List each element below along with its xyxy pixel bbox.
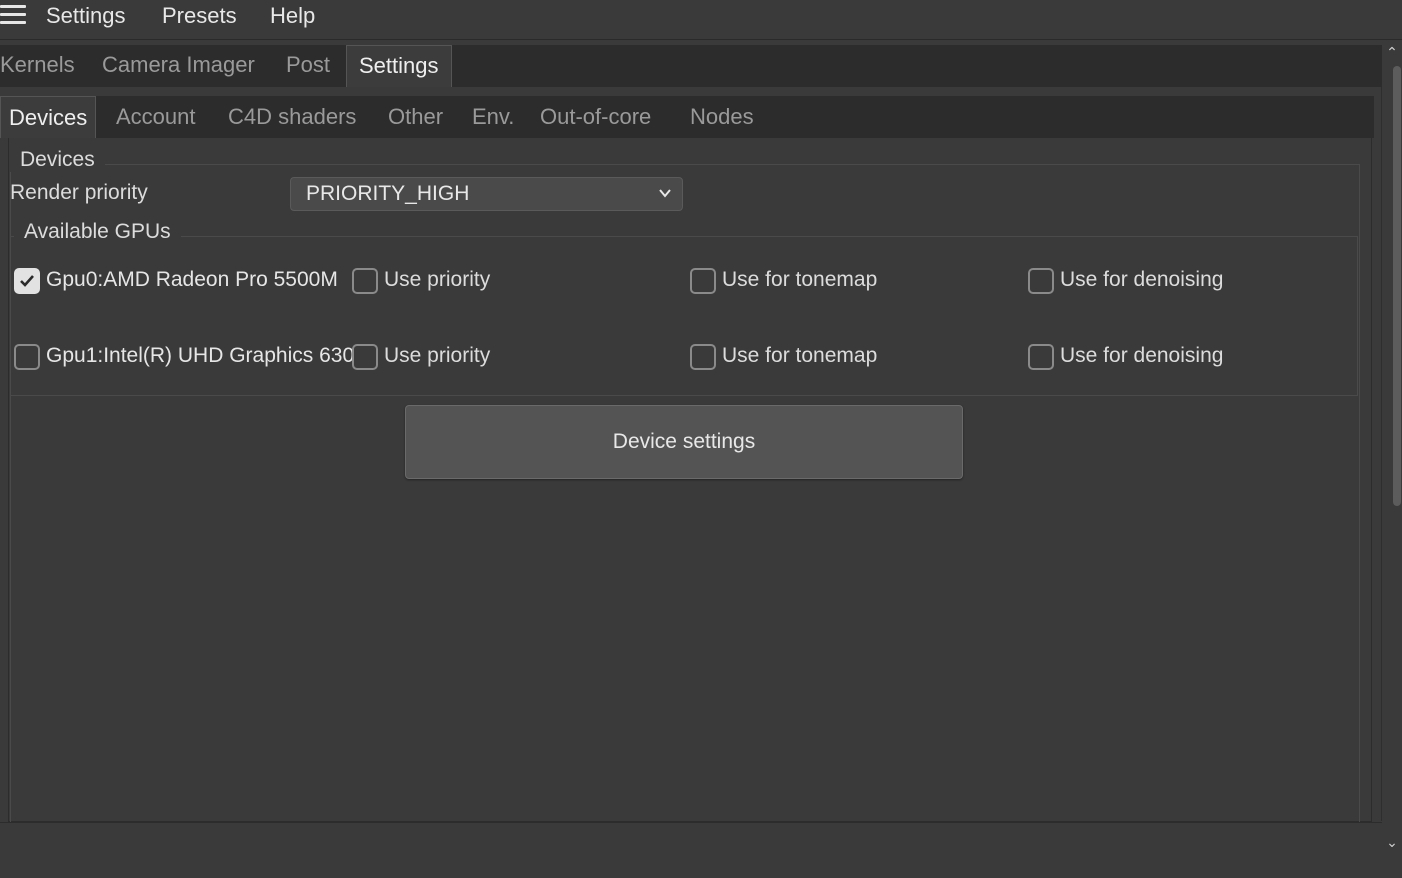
gpu1-use-priority-label: Use priority [384,344,491,367]
gpu1-use-tonemap-checkbox[interactable] [690,344,716,370]
tab-post[interactable]: Post [274,45,342,87]
tab-camera-imager[interactable]: Camera Imager [90,45,267,87]
tab-out-of-core[interactable]: Out-of-core [532,96,659,138]
menu-help[interactable]: Help [270,3,315,29]
tab-kernels[interactable]: Kernels [0,45,87,87]
main-tab-bar: Kernels Camera Imager Post Settings [0,45,1382,87]
tab-env[interactable]: Env. [464,96,522,138]
tab-other[interactable]: Other [380,96,451,138]
bottom-status-area [0,822,1382,878]
checkmark-icon [20,275,34,287]
gpu1-use-priority-checkbox[interactable] [352,344,378,370]
scrollbar-thumb[interactable] [1393,66,1401,506]
menu-presets[interactable]: Presets [162,3,237,29]
hamburger-menu-icon[interactable] [0,5,26,27]
gpu0-use-tonemap-label: Use for tonemap [722,268,878,291]
tab-c4d-shaders[interactable]: C4D shaders [220,96,364,138]
menu-bar: Settings Presets Help [0,0,1402,40]
tab-nodes[interactable]: Nodes [682,96,762,138]
gpu1-name: Gpu1:Intel(R) UHD Graphics 630 [46,344,352,367]
menu-settings[interactable]: Settings [46,3,126,29]
available-gpus-group [10,236,1358,396]
sub-tab-bar: Devices Account C4D shaders Other Env. O… [0,96,1374,138]
gpu1-enable-checkbox[interactable] [14,344,40,370]
devices-group-title: Devices [10,148,105,172]
render-priority-value: PRIORITY_HIGH [306,182,470,205]
render-priority-select[interactable]: PRIORITY_HIGH [290,177,683,211]
scroll-down-icon[interactable]: ⌄ [1382,834,1402,850]
render-priority-label: Render priority [10,181,148,204]
gpu0-name: Gpu0:AMD Radeon Pro 5500M [46,268,338,291]
gpu0-use-priority-checkbox[interactable] [352,268,378,294]
tab-devices[interactable]: Devices [0,96,97,138]
tab-account[interactable]: Account [108,96,204,138]
tab-settings[interactable]: Settings [346,45,452,87]
scroll-up-icon[interactable]: ⌃ [1382,44,1402,60]
gpu0-use-denoising-label: Use for denoising [1060,268,1224,291]
available-gpus-title: Available GPUs [14,220,181,244]
device-settings-button[interactable]: Device settings [405,405,963,479]
gpu1-use-denoising-checkbox[interactable] [1028,344,1054,370]
gpu1-use-tonemap-label: Use for tonemap [722,344,878,367]
chevron-down-icon [659,189,671,198]
gpu0-use-denoising-checkbox[interactable] [1028,268,1054,294]
gpu0-enable-checkbox[interactable] [14,268,40,294]
gpu0-use-priority-label: Use priority [384,268,491,291]
gpu1-use-denoising-label: Use for denoising [1060,344,1224,367]
gpu0-use-tonemap-checkbox[interactable] [690,268,716,294]
